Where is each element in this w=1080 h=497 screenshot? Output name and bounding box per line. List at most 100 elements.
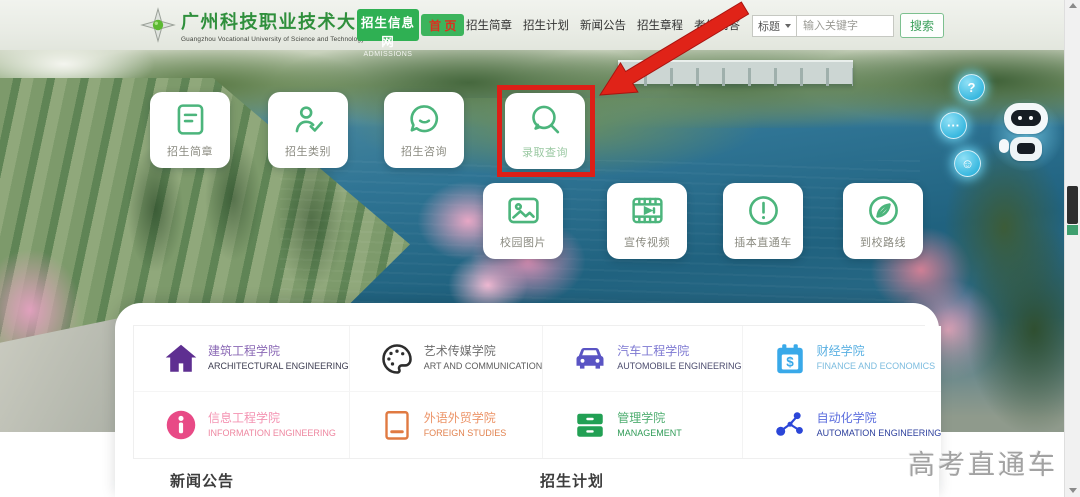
college-name: 建筑工程学院 xyxy=(208,344,349,360)
chevron-down-icon xyxy=(785,24,791,28)
header: 广州科技职业技术大学 Guangzhou Vocational Universi… xyxy=(0,0,1064,50)
college-name-en: ARCHITECTURAL ENGINEERING xyxy=(208,360,349,373)
watermark-gaokao-zhitongche: 高考直通车 xyxy=(908,443,1058,482)
nav-item-kaosheng-wenda[interactable]: 考生问答 xyxy=(694,17,740,33)
smiley-icon: ☺ xyxy=(961,156,974,171)
quicklink-xuanchuan-shipin[interactable]: 宣传视频 xyxy=(607,183,687,259)
college-name-en: FOREIGN STUDIES xyxy=(424,427,507,440)
drawers-icon xyxy=(572,407,608,443)
scrollbar-thumb[interactable] xyxy=(1067,186,1078,224)
network-nodes-icon xyxy=(772,407,808,443)
quicklink-chaben-zhitongche[interactable]: 插本直通车 xyxy=(723,183,803,259)
search-category-value: 标题 xyxy=(758,18,780,34)
nav-item-zhaosheng-jianzhang[interactable]: 招生简章 xyxy=(466,17,512,33)
quicklink-label: 招生简章 xyxy=(167,143,213,159)
college-architectural-engineering[interactable]: 建筑工程学院 ARCHITECTURAL ENGINEERING xyxy=(134,326,350,392)
university-name-block: 广州科技职业技术大学 Guangzhou Vocational Universi… xyxy=(181,8,376,43)
main-nav: 招生简章 招生计划 新闻公告 招生章程 考生问答 xyxy=(466,0,740,50)
college-finance-and-economics[interactable]: $ 财经学院 FINANCE AND ECONOMICS xyxy=(743,326,942,392)
bridge xyxy=(618,60,853,84)
college-name: 外语外贸学院 xyxy=(424,411,507,427)
quicklink-label: 插本直通车 xyxy=(734,234,792,250)
robot-mascot[interactable] xyxy=(993,97,1059,173)
quicklink-zhaosheng-zixun[interactable]: 招生咨询 xyxy=(384,92,464,168)
university-name: 广州科技职业技术大学 xyxy=(181,8,376,34)
nav-item-zhaosheng-jihua[interactable]: 招生计划 xyxy=(523,17,569,33)
section-title-news: 新闻公告 xyxy=(170,470,234,491)
quicklink-xiaoyuan-tupian[interactable]: 校园图片 xyxy=(483,183,563,259)
college-name-en: INFORMATION ENGINEERING xyxy=(208,427,336,440)
college-name-en: ART AND COMMUNICATION xyxy=(424,360,543,373)
college-name-en: MANAGEMENT xyxy=(617,427,682,440)
feedback-smiley-button[interactable]: ☺ xyxy=(954,150,981,177)
scrollbar-marker xyxy=(1067,225,1078,235)
document-icon xyxy=(172,101,209,138)
robot-arm xyxy=(999,139,1009,153)
car-icon xyxy=(572,341,608,377)
nav-item-xinwen-gonggao[interactable]: 新闻公告 xyxy=(580,17,626,33)
university-name-en: Guangzhou Vocational University of Scien… xyxy=(181,36,376,43)
quicklink-label: 录取查询 xyxy=(522,144,568,160)
robot-body xyxy=(1010,137,1042,161)
house-icon xyxy=(163,341,199,377)
photo-icon xyxy=(505,192,542,229)
chat-widget-button[interactable]: ··· xyxy=(940,112,967,139)
finance-calendar-icon: $ xyxy=(772,341,808,377)
quicklink-luqu-chaxun[interactable]: 录取查询 xyxy=(505,93,585,169)
college-name: 信息工程学院 xyxy=(208,411,336,427)
chat-bubble-icon xyxy=(406,101,443,138)
college-name-en: AUTOMATION ENGINEERING xyxy=(817,427,942,440)
chat-dots-icon: ··· xyxy=(947,118,960,133)
search-category-select[interactable]: 标题 xyxy=(752,15,797,37)
college-art-and-communication[interactable]: 艺术传媒学院 ART AND COMMUNICATION xyxy=(350,326,544,392)
scrollbar[interactable] xyxy=(1064,0,1080,497)
scrollbar-up-arrow[interactable] xyxy=(1069,3,1077,8)
quicklink-zhaosheng-jianzhang[interactable]: 招生简章 xyxy=(150,92,230,168)
section-title-plan: 招生计划 xyxy=(540,470,604,491)
college-name-en: AUTOMOBILE ENGINEERING xyxy=(617,360,741,373)
question-icon: ? xyxy=(968,80,976,95)
robot-visor xyxy=(1011,110,1041,126)
robot-head xyxy=(1004,103,1048,134)
robot-belly-screen xyxy=(1017,143,1035,154)
search-input[interactable] xyxy=(796,15,894,37)
quicklink-label: 到校路线 xyxy=(860,234,906,250)
quicklink-label: 宣传视频 xyxy=(624,234,670,250)
college-name: 艺术传媒学院 xyxy=(424,344,543,360)
palette-icon xyxy=(379,341,415,377)
quicklink-zhaosheng-leibie[interactable]: 招生类别 xyxy=(268,92,348,168)
college-foreign-studies[interactable]: 外语外贸学院 FOREIGN STUDIES xyxy=(350,392,544,458)
university-logo-icon xyxy=(140,7,176,43)
nav-item-zhaosheng-zhangcheng[interactable]: 招生章程 xyxy=(637,17,683,33)
college-management[interactable]: 管理学院 MANAGEMENT xyxy=(543,392,742,458)
college-name: 财经学院 xyxy=(817,344,936,360)
search-magnifier-icon xyxy=(527,102,564,139)
video-icon xyxy=(629,192,666,229)
svg-text:$: $ xyxy=(786,354,794,369)
scrollbar-down-arrow[interactable] xyxy=(1069,488,1077,493)
quicklink-label: 招生类别 xyxy=(285,143,331,159)
badge-title: 招生信息网 xyxy=(357,12,419,50)
help-question-button[interactable]: ? xyxy=(958,74,985,101)
info-circle-icon xyxy=(163,407,199,443)
search-button[interactable]: 搜索 xyxy=(900,13,944,38)
college-grid: 建筑工程学院 ARCHITECTURAL ENGINEERING 艺术传媒学院 … xyxy=(133,325,925,459)
college-name: 汽车工程学院 xyxy=(617,344,741,360)
badge-subtitle: ADMISSIONS xyxy=(357,51,419,58)
admissions-homepage: 广州科技职业技术大学 Guangzhou Vocational Universi… xyxy=(0,0,1080,497)
admissions-site-badge: 招生信息网 ADMISSIONS xyxy=(357,9,419,41)
content-panel: 建筑工程学院 ARCHITECTURAL ENGINEERING 艺术传媒学院 … xyxy=(115,303,939,497)
quicklink-label: 招生咨询 xyxy=(401,143,447,159)
nav-home-button[interactable]: 首 页 xyxy=(421,14,464,36)
college-automobile-engineering[interactable]: 汽车工程学院 AUTOMOBILE ENGINEERING xyxy=(543,326,742,392)
college-information-engineering[interactable]: 信息工程学院 INFORMATION ENGINEERING xyxy=(134,392,350,458)
quicklink-daoxiao-luxian[interactable]: 到校路线 xyxy=(843,183,923,259)
college-name-en: FINANCE AND ECONOMICS xyxy=(817,360,936,373)
college-name: 管理学院 xyxy=(617,411,682,427)
quicklink-label: 校园图片 xyxy=(500,234,546,250)
alert-circle-icon xyxy=(745,192,782,229)
person-check-icon xyxy=(290,101,327,138)
book-outline-icon xyxy=(379,407,415,443)
compass-leaf-icon xyxy=(865,192,902,229)
college-name: 自动化学院 xyxy=(817,411,942,427)
